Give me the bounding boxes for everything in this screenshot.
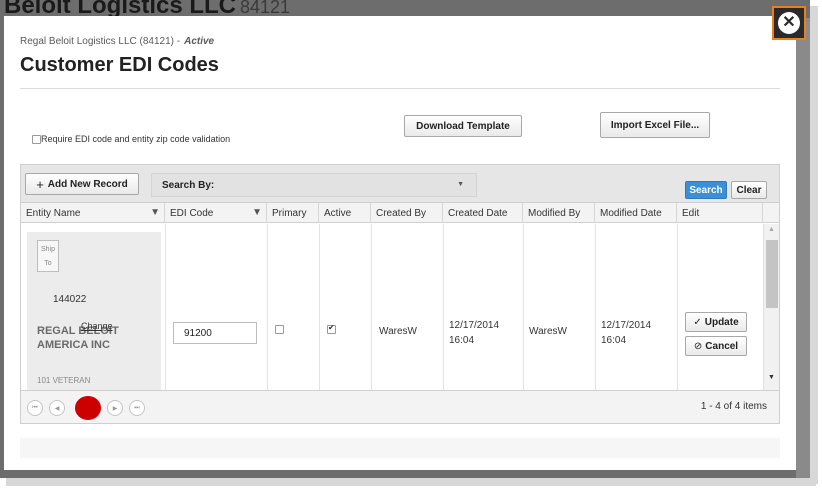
filter-icon[interactable]: ▼ <box>252 207 262 218</box>
table-row: Ship To 144022 REGAL BELOIT AMERICA INC … <box>21 224 763 390</box>
clear-button[interactable]: Clear <box>731 181 767 199</box>
background-title-number: 84121 <box>240 0 291 17</box>
column-divider <box>165 224 166 390</box>
vertical-scrollbar[interactable]: ▲ ▼ <box>763 224 779 390</box>
validation-option: Require EDI code and entity zip code val… <box>32 134 230 144</box>
update-label: Update <box>704 316 739 328</box>
page-title: Customer EDI Codes <box>20 54 219 76</box>
check-icon: ✓ <box>693 316 702 328</box>
update-button[interactable]: ✓ Update <box>685 312 747 332</box>
column-header-entity-name[interactable]: Entity Name ▼ <box>21 203 165 223</box>
search-by-dropdown[interactable]: Search By: ▼ <box>151 173 477 197</box>
grid-toolbar: + Add New Record Search By: ▼ Search Cle… <box>21 165 779 203</box>
download-template-button[interactable]: Download Template <box>404 115 522 137</box>
grid-header: Entity Name ▼ EDI Code ▼ Primary Active … <box>21 203 779 223</box>
customer-edi-codes-modal: Regal Beloit Logistics LLC (84121) - Acti… <box>4 16 796 470</box>
pager-info: 1 - 4 of 4 items <box>700 401 767 412</box>
customer-name: Regal Beloit Logistics LLC (84121) - <box>20 36 181 47</box>
validation-checkbox-label: Require EDI code and entity zip code val… <box>41 134 231 144</box>
entity-address: 101 VETERAN <box>37 376 91 385</box>
edi-codes-grid: + Add New Record Search By: ▼ Search Cle… <box>20 164 780 424</box>
column-header-edi-code[interactable]: EDI Code ▼ <box>165 203 267 223</box>
background-strip <box>796 18 810 478</box>
modified-date-day: 12/17/2014 <box>601 320 652 331</box>
column-header-active[interactable]: Active <box>319 203 371 223</box>
title-divider <box>20 88 780 89</box>
column-divider <box>371 224 372 390</box>
column-divider <box>595 224 596 390</box>
close-modal-button[interactable]: ✕ <box>772 6 806 40</box>
entity-card: Ship To 144022 REGAL BELOIT AMERICA INC … <box>27 232 161 390</box>
close-icon: ✕ <box>778 12 800 34</box>
change-entity-link[interactable]: Change <box>81 321 113 331</box>
previous-page-icon[interactable]: ◀ <box>49 400 65 416</box>
grid-pager: ⏮ ◀ ▶ ⏭ 1 - 4 of 4 items <box>21 390 779 423</box>
column-divider <box>523 224 524 390</box>
ship-to-icon: Ship To <box>37 240 59 272</box>
scroll-up-icon[interactable]: ▲ <box>768 226 775 233</box>
column-header-created-date[interactable]: Created Date <box>443 203 523 223</box>
entity-code: 144022 <box>53 294 87 305</box>
column-divider <box>677 224 678 390</box>
cancel-label: Cancel <box>705 340 739 352</box>
active-checkbox[interactable] <box>327 323 336 334</box>
column-divider <box>319 224 320 390</box>
cancel-icon: ⊘ <box>693 340 703 352</box>
modified-by: WaresW <box>529 326 567 337</box>
modified-date: 12/17/2014 16:04 <box>601 318 651 348</box>
column-header-label: Entity Name <box>26 207 81 219</box>
search-by-label: Search By: <box>162 179 215 191</box>
edi-code-input[interactable]: 91200 <box>173 322 257 344</box>
modified-date-time: 16:04 <box>601 335 627 346</box>
search-button[interactable]: Search <box>685 181 727 199</box>
scrollbar-thumb[interactable] <box>766 240 778 308</box>
next-page-icon[interactable]: ▶ <box>107 400 123 416</box>
column-header-created-by[interactable]: Created By <box>371 203 443 223</box>
column-divider <box>443 224 444 390</box>
status-label: Active <box>184 36 215 47</box>
import-excel-button[interactable]: Import Excel File... <box>600 112 710 138</box>
cancel-button[interactable]: ⊘ Cancel <box>685 336 747 356</box>
created-date-day: 12/17/2014 <box>449 320 500 331</box>
first-page-icon[interactable]: ⏮ <box>27 400 43 416</box>
filter-icon[interactable]: ▼ <box>150 207 160 218</box>
column-header-modified-by[interactable]: Modified By <box>523 203 595 223</box>
shadow-bottom <box>6 478 816 486</box>
current-page-indicator[interactable] <box>75 396 101 420</box>
created-by: WaresW <box>379 326 417 337</box>
shadow-right <box>810 6 818 484</box>
add-new-record-button[interactable]: + Add New Record <box>25 173 139 195</box>
column-header-label: EDI Code <box>170 207 214 219</box>
plus-icon: + <box>36 176 44 192</box>
add-new-record-label: Add New Record <box>47 178 128 190</box>
created-date-time: 16:04 <box>449 335 475 346</box>
primary-checkbox[interactable] <box>275 325 284 334</box>
scroll-down-icon[interactable]: ▼ <box>768 374 775 381</box>
last-page-icon[interactable]: ⏭ <box>129 400 145 416</box>
column-header-edit: Edit <box>677 203 763 223</box>
created-date: 12/17/2014 16:04 <box>449 318 499 348</box>
column-header-primary[interactable]: Primary <box>267 203 319 223</box>
validation-checkbox[interactable] <box>32 134 41 144</box>
modal-subtitle: Regal Beloit Logistics LLC (84121) - Acti… <box>20 36 214 47</box>
chevron-down-icon: ▼ <box>457 181 464 188</box>
modal-footer <box>20 438 780 458</box>
column-divider <box>267 224 268 390</box>
column-header-modified-date[interactable]: Modified Date <box>595 203 677 223</box>
